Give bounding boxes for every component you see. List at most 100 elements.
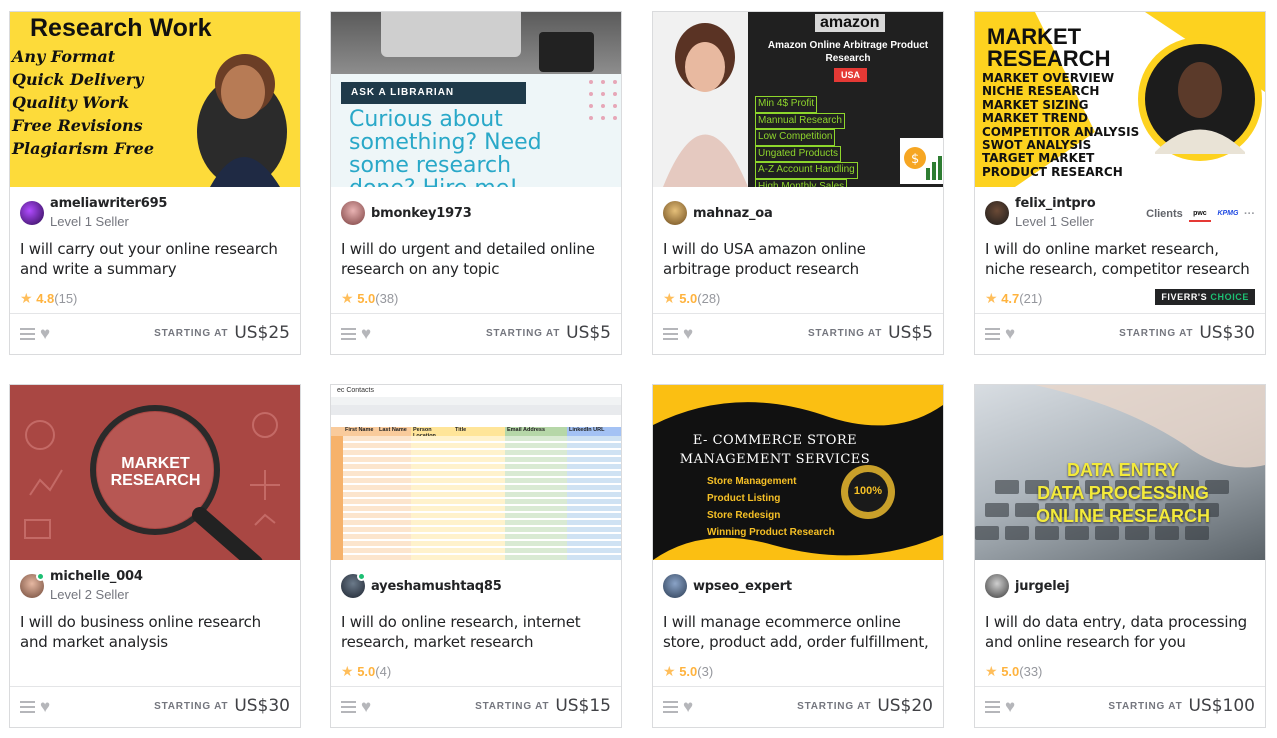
gig-card[interactable]: DATA ENTRY DATA PROCESSING ONLINE RESEAR… (974, 384, 1266, 728)
price[interactable]: STARTING AT US$5 (808, 323, 933, 343)
price[interactable]: STARTING AT US$25 (154, 323, 290, 343)
price[interactable]: STARTING AT US$30 (1119, 323, 1255, 343)
heart-icon[interactable]: ♥ (1005, 697, 1015, 717)
online-indicator (357, 572, 366, 581)
avatar[interactable] (663, 201, 687, 225)
gig-title[interactable]: I will do urgent and detailed online res… (341, 239, 613, 279)
star-icon: ★ (341, 290, 354, 306)
gig-card[interactable]: E- COMMERCE STORE MANAGEMENT SERVICES St… (652, 384, 944, 728)
seller-info: jurgelej (985, 569, 1255, 603)
thumb-line: Quality Work (12, 93, 130, 112)
heart-icon[interactable]: ♥ (1005, 324, 1015, 344)
gig-title[interactable]: I will do business online research and m… (20, 612, 292, 652)
seller-info: ayeshamushtaq85 (341, 569, 611, 603)
gig-thumbnail[interactable]: ec Contacts First Name Last Name Person … (331, 385, 621, 560)
list-icon[interactable] (341, 328, 356, 341)
gig-card[interactable]: ASK A LIBRARIAN Curious about something?… (330, 11, 622, 355)
list-icon[interactable] (20, 701, 35, 714)
seller-info: michelle_004 Level 2 Seller (20, 569, 290, 603)
list-icon[interactable] (20, 328, 35, 341)
client-logo: pwc (1188, 206, 1211, 222)
gig-title[interactable]: I will do USA amazon online arbitrage pr… (663, 239, 935, 279)
seller-name[interactable]: ayeshamushtaq85 (371, 579, 502, 594)
chart-icon: $ (900, 138, 943, 184)
list-icon[interactable] (663, 701, 678, 714)
card-footer: ♥ STARTING AT US$25 (10, 313, 300, 355)
seller-level: Level 2 Seller (50, 587, 129, 602)
heart-icon[interactable]: ♥ (683, 697, 693, 717)
gig-thumbnail[interactable]: ASK A LIBRARIAN Curious about something?… (331, 12, 621, 187)
price-value: US$5 (566, 323, 611, 343)
gig-title[interactable]: I will manage ecommerce online store, pr… (663, 612, 935, 652)
gig-title[interactable]: I will do data entry, data processing an… (985, 612, 1257, 652)
gig-thumbnail[interactable]: MARKET RESEARCH (10, 385, 300, 560)
gig-title[interactable]: I will carry out your online research an… (20, 239, 292, 279)
rating: ★ 5.0(4) (341, 663, 391, 680)
rating-count: (33) (1019, 664, 1043, 679)
gig-title[interactable]: I will do online research, internet rese… (341, 612, 613, 652)
thumb-line: Store Management (707, 476, 797, 487)
thumb-line: High Monthly Sales (755, 178, 848, 187)
price[interactable]: STARTING AT US$100 (1108, 696, 1255, 716)
gig-thumbnail[interactable]: E- COMMERCE STORE MANAGEMENT SERVICES St… (653, 385, 943, 560)
gig-card[interactable]: Research Work Any Format Quick Delivery … (9, 11, 301, 355)
heart-icon[interactable]: ♥ (361, 697, 371, 717)
price[interactable]: STARTING AT US$30 (154, 696, 290, 716)
price-value: US$30 (1199, 323, 1255, 343)
list-icon[interactable] (985, 328, 1000, 341)
heart-icon[interactable]: ♥ (683, 324, 693, 344)
thumb-heading: MARKET RESEARCH (110, 455, 201, 489)
seller-name[interactable]: mahnaz_oa (693, 206, 773, 221)
seller-name[interactable]: bmonkey1973 (371, 206, 472, 221)
price[interactable]: STARTING AT US$15 (475, 696, 611, 716)
rating-score: 4.7 (1001, 291, 1020, 306)
gig-thumbnail[interactable]: DATA ENTRY DATA PROCESSING ONLINE RESEAR… (975, 385, 1265, 560)
svg-text:$: $ (911, 152, 919, 167)
price[interactable]: STARTING AT US$20 (797, 696, 933, 716)
gig-thumbnail[interactable]: MARKET RESEARCH MARKET OVERVIEW NICHE RE… (975, 12, 1265, 187)
rating-score: 5.0 (357, 291, 376, 306)
seller-name[interactable]: wpseo_expert (693, 579, 792, 594)
rating: ★ 5.0(38) (341, 290, 398, 307)
price-value: US$25 (234, 323, 290, 343)
avatar[interactable] (985, 201, 1009, 225)
list-icon[interactable] (985, 701, 1000, 714)
price[interactable]: STARTING AT US$5 (486, 323, 611, 343)
avatar[interactable] (663, 574, 687, 598)
gig-card[interactable]: amazon Amazon Online Arbitrage Product R… (652, 11, 944, 355)
rating-score: 5.0 (679, 664, 698, 679)
thumb-line: DATA PROCESSING (1037, 483, 1209, 503)
seller-name[interactable]: ameliawriter695 (50, 196, 167, 211)
list-icon[interactable] (663, 328, 678, 341)
gig-card[interactable]: MARKET RESEARCH MARKET OVERVIEW NICHE RE… (974, 11, 1266, 355)
seller-name[interactable]: michelle_004 (50, 569, 143, 584)
heart-icon[interactable]: ♥ (40, 697, 50, 717)
fiverrs-choice-badge: FIVERR'S CHOICE (1155, 289, 1255, 305)
column-header: Email Address (505, 427, 567, 436)
clients-strip[interactable]: Clients pwc KPMG ··· (1146, 206, 1255, 222)
avatar[interactable] (985, 574, 1009, 598)
gig-thumbnail[interactable]: amazon Amazon Online Arbitrage Product R… (653, 12, 943, 187)
thumb-line: Ungated Products (755, 145, 842, 162)
thumb-line: DATA ENTRY (1067, 460, 1179, 480)
thumb-line: MARKET SIZING (982, 97, 1089, 112)
seller-name[interactable]: felix_intpro (1015, 196, 1096, 211)
thumb-line: Plagiarism Free (12, 139, 154, 158)
gig-title[interactable]: I will do online market research, niche … (985, 239, 1257, 279)
more-clients[interactable]: ··· (1244, 208, 1255, 220)
gig-card[interactable]: MARKET RESEARCH michelle_004 Level 2 Sel… (9, 384, 301, 728)
seller-name[interactable]: jurgelej (1015, 579, 1070, 594)
price-value: US$30 (234, 696, 290, 716)
gig-card[interactable]: ec Contacts First Name Last Name Person … (330, 384, 622, 728)
gig-thumbnail[interactable]: Research Work Any Format Quick Delivery … (10, 12, 300, 187)
heart-icon[interactable]: ♥ (361, 324, 371, 344)
rating-count: (4) (375, 664, 392, 679)
card-footer: ♥ STARTING AT US$5 (331, 313, 621, 355)
online-indicator (36, 572, 45, 581)
list-icon[interactable] (341, 701, 356, 714)
avatar[interactable] (341, 201, 365, 225)
avatar[interactable] (20, 201, 44, 225)
price-value: US$20 (877, 696, 933, 716)
badge-tail: CHOICE (1210, 292, 1249, 302)
heart-icon[interactable]: ♥ (40, 324, 50, 344)
